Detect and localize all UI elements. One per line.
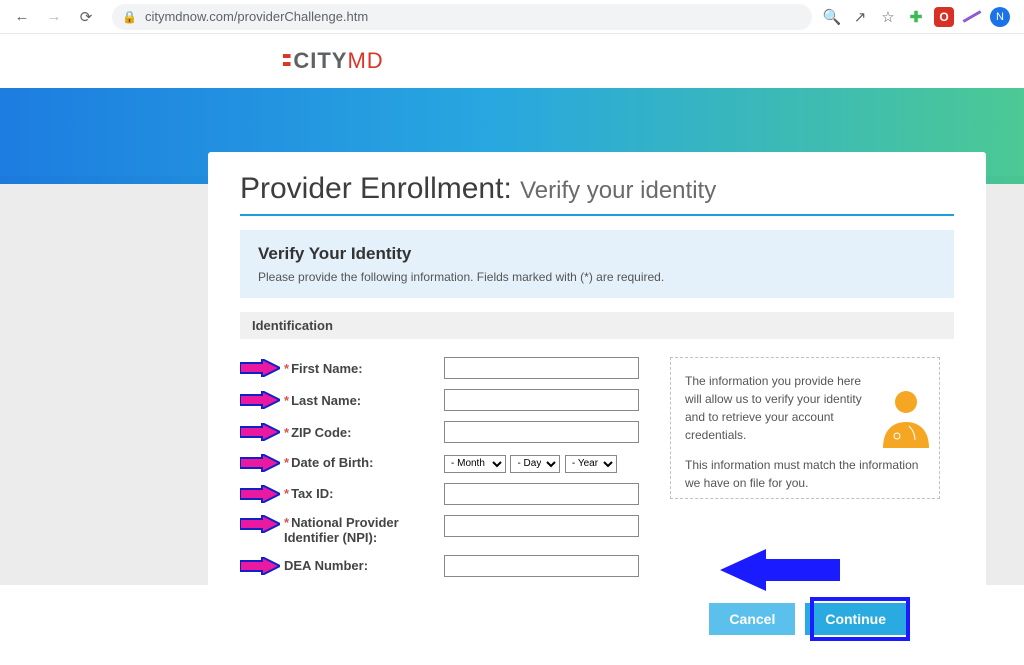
browser-chrome: ← → ⟳ 🔒 citymdnow.com/providerChallenge.… [0, 0, 1024, 34]
doctor-icon [879, 388, 933, 448]
field-first-name: *First Name: [240, 357, 670, 379]
zip-label: ZIP Code: [291, 425, 351, 440]
reload-button[interactable]: ⟳ [74, 5, 98, 29]
dob-day-select[interactable]: - Day - [510, 455, 560, 473]
extension-plus-icon[interactable]: ✚ [902, 3, 930, 31]
info-paragraph-2: This information must match the informat… [685, 456, 925, 492]
dea-label: DEA Number: [284, 558, 368, 573]
dob-label: Date of Birth: [291, 455, 373, 470]
form-fields: *First Name: *Last Name: *ZIP Code: [240, 357, 670, 587]
tax-id-input[interactable] [444, 483, 639, 505]
url-text: citymdnow.com/providerChallenge.htm [145, 9, 368, 24]
button-row: Cancel Continue [240, 603, 954, 635]
toolbar-right: 🔍 ↗ ☆ ✚ O N [818, 3, 1014, 31]
annotation-arrow-icon [240, 423, 284, 441]
dob-month-select[interactable]: - Month - [444, 455, 506, 473]
verify-description: Please provide the following information… [258, 270, 936, 284]
dob-year-select[interactable]: - Year - [565, 455, 617, 473]
bookmark-icon[interactable]: ☆ [874, 3, 902, 31]
page-title-main: Provider Enrollment: [240, 172, 520, 205]
npi-label: National Provider Identifier (NPI): [284, 515, 399, 545]
logo-icon: ▪▪▪▪ [282, 53, 289, 69]
continue-button[interactable]: Continue [805, 603, 906, 635]
annotation-arrow-icon [240, 391, 284, 409]
extension-opera-icon[interactable]: O [930, 3, 958, 31]
logo-text-md: MD [347, 48, 383, 74]
field-tax-id: *Tax ID: [240, 483, 670, 505]
address-bar[interactable]: 🔒 citymdnow.com/providerChallenge.htm [112, 4, 812, 30]
annotation-arrow-icon [240, 515, 284, 533]
identification-header: Identification [240, 312, 954, 339]
profile-avatar[interactable]: N [986, 3, 1014, 31]
forward-button[interactable]: → [42, 5, 66, 29]
field-dob: *Date of Birth: - Month - - Day - - Year… [240, 453, 670, 473]
verify-identity-box: Verify Your Identity Please provide the … [240, 230, 954, 298]
annotation-arrow-icon [240, 485, 284, 503]
logo-strip: ▪▪▪▪ CITYMD [0, 34, 1024, 88]
annotation-arrow-icon [240, 557, 284, 575]
cancel-button[interactable]: Cancel [709, 603, 795, 635]
zip-input[interactable] [444, 421, 639, 443]
annotation-arrow-icon [240, 454, 284, 472]
share-icon[interactable]: ↗ [846, 3, 874, 31]
page-title-sub: Verify your identity [520, 177, 716, 204]
last-name-label: Last Name: [291, 393, 361, 408]
tax-id-label: Tax ID: [291, 486, 333, 501]
lock-icon: 🔒 [122, 10, 137, 24]
field-zip: *ZIP Code: [240, 421, 670, 443]
field-npi: *National Provider Identifier (NPI): [240, 515, 670, 545]
annotation-arrow-icon [240, 359, 284, 377]
logo-text-city: CITY [293, 48, 347, 74]
npi-input[interactable] [444, 515, 639, 537]
form-area: *First Name: *Last Name: *ZIP Code: [240, 357, 954, 587]
back-button[interactable]: ← [10, 5, 34, 29]
verify-heading: Verify Your Identity [258, 244, 936, 264]
page-title-row: Provider Enrollment: Verify your identit… [240, 172, 954, 216]
first-name-label: First Name: [291, 361, 363, 376]
first-name-input[interactable] [444, 357, 639, 379]
last-name-input[interactable] [444, 389, 639, 411]
field-dea: DEA Number: [240, 555, 670, 577]
field-last-name: *Last Name: [240, 389, 670, 411]
dea-input[interactable] [444, 555, 639, 577]
page-body: ▪▪▪▪ CITYMD Provider Enrollment: Verify … [0, 34, 1024, 585]
info-panel: The information you provide here will al… [670, 357, 940, 499]
zoom-icon[interactable]: 🔍 [818, 3, 846, 31]
extension-feather-icon[interactable] [958, 3, 986, 31]
enrollment-card: Provider Enrollment: Verify your identit… [208, 152, 986, 665]
